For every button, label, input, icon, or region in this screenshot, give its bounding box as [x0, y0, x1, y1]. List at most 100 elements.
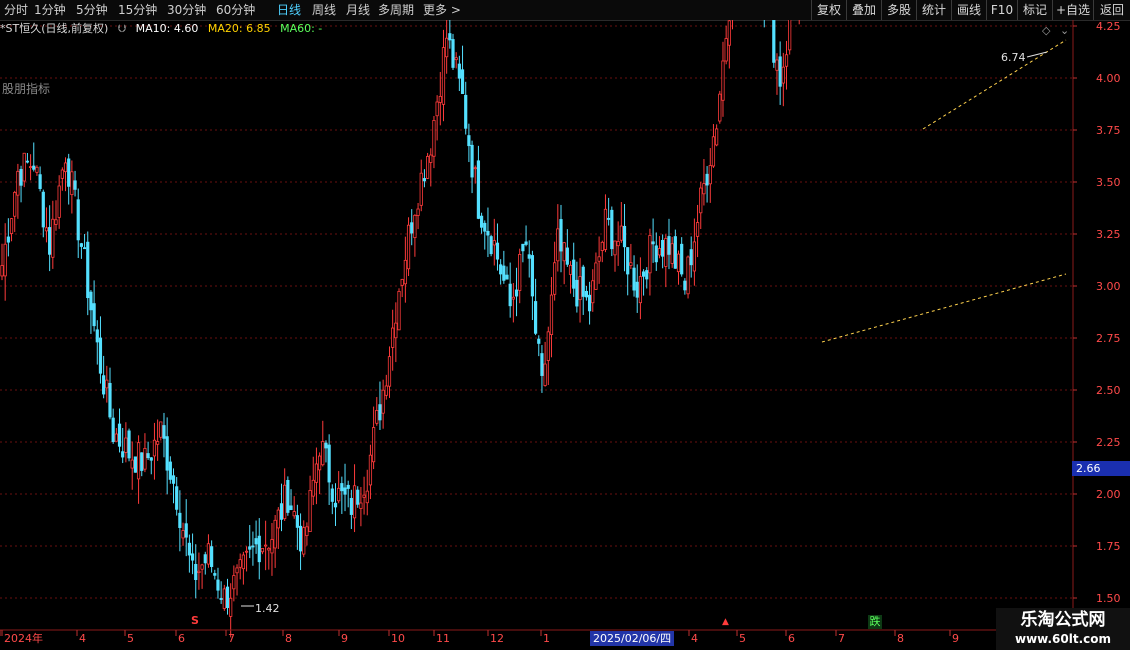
candle-body [111, 417, 115, 443]
candle-body [337, 487, 341, 502]
low-price-label: 1.42 [255, 602, 280, 615]
period-daily-tab[interactable]: 日线 [277, 2, 301, 18]
multi-stock-button[interactable]: 多股 [881, 0, 916, 20]
y-tick-label: 1.75 [1096, 540, 1121, 553]
candle-body [619, 225, 623, 241]
candle-body [0, 265, 4, 277]
candle-body [41, 191, 45, 228]
candle-body [244, 550, 249, 553]
candle-body [568, 264, 573, 275]
trend-channel [821, 39, 1067, 343]
candle-body [559, 219, 563, 252]
candle-body [413, 214, 417, 239]
mark-button[interactable]: 标记 [1017, 0, 1052, 20]
back-button[interactable]: 返回 [1093, 0, 1130, 20]
candle-body [86, 241, 90, 299]
candle-body [343, 487, 347, 495]
candle-body [581, 266, 585, 297]
candle-body [721, 60, 725, 101]
x-tick-label: 12 [490, 632, 504, 645]
candle-body [229, 597, 233, 617]
stock-title: *ST恒久(日线,前复权) [0, 22, 109, 35]
y-tick-label: 2.50 [1096, 384, 1121, 397]
candle-body [403, 259, 407, 285]
period-intraday-tab[interactable]: 分时 [4, 2, 28, 18]
f10-button[interactable]: F10 [986, 0, 1017, 20]
candle-body [467, 135, 471, 147]
x-tick-label: 5 [127, 632, 134, 645]
candle-body [575, 279, 579, 307]
overlay-button[interactable]: 叠加 [846, 0, 881, 20]
candle-body [384, 385, 388, 396]
candle-body [375, 410, 379, 424]
period-monthly-tab[interactable]: 月线 [346, 2, 370, 18]
candle-body [283, 484, 287, 520]
candle-body [775, 59, 779, 71]
candle-body [327, 444, 331, 483]
candle-body [676, 253, 681, 273]
candle-body [470, 144, 474, 178]
candle-body [616, 241, 620, 247]
candle-body [22, 152, 26, 182]
candle-body [565, 247, 569, 265]
x-tick-label: 8 [285, 632, 292, 645]
candle-body [330, 488, 334, 502]
candle-body [648, 235, 652, 274]
candle-body [651, 241, 655, 245]
candlestick-chart[interactable]: 6.506.256.005.755.505.255.004.754.504.25… [0, 20, 1130, 650]
candle-body [219, 598, 223, 600]
adjust-button[interactable]: 复权 [811, 0, 846, 20]
period-1min-tab[interactable]: 1分钟 [34, 2, 66, 18]
candle-body [213, 573, 217, 576]
current-price-tag: 2.66 [1072, 461, 1130, 476]
x-tick-label: 4 [79, 632, 86, 645]
candle-body [197, 570, 201, 574]
chevron-down-icon[interactable]: ⌄ [1060, 24, 1069, 37]
y-tick-label: 4.25 [1096, 20, 1121, 33]
candle-body [594, 262, 598, 290]
indicator-label: 股朋指标 [2, 82, 51, 96]
candle-body [368, 454, 373, 486]
candle-body [680, 243, 684, 275]
high-price-label: 6.74 [1001, 51, 1026, 64]
candle-body [321, 441, 325, 466]
period-30min-tab[interactable]: 30分钟 [167, 2, 206, 18]
period-60min-tab[interactable]: 60分钟 [216, 2, 255, 18]
y-tick-label: 3.00 [1096, 280, 1121, 293]
period-multi-tab[interactable]: 多周期 [378, 2, 414, 18]
candle-body [203, 554, 207, 564]
candle-body [695, 222, 700, 237]
candle-body [165, 436, 169, 471]
candle-body [543, 363, 547, 386]
candle-body [718, 93, 722, 122]
candles [0, 20, 800, 638]
draw-line-button[interactable]: 画线 [951, 0, 986, 20]
candle-body [362, 494, 366, 498]
circle-chevron-icon[interactable]: ⮋ [118, 22, 126, 35]
candle-body [711, 136, 716, 167]
candle-body [222, 588, 226, 609]
candle-body [540, 353, 544, 376]
candle-body [286, 479, 290, 513]
candle-body [657, 248, 662, 256]
candle-body [289, 505, 293, 511]
period-more-tab[interactable]: 更多 > [423, 2, 461, 18]
diamond-icon[interactable]: ◇ [1042, 24, 1050, 37]
candle-body [105, 379, 109, 389]
stats-button[interactable]: 统计 [916, 0, 951, 20]
candle-body [162, 425, 166, 439]
period-15min-tab[interactable]: 15分钟 [118, 2, 157, 18]
candle-body [35, 166, 39, 173]
ma10-value: MA10: 4.60 [135, 22, 199, 35]
candle-body [276, 509, 280, 529]
candle-body [495, 242, 500, 260]
y-tick-label: 2.75 [1096, 332, 1121, 345]
candle-body [705, 173, 709, 186]
candle-body [521, 243, 525, 252]
candle-body [359, 502, 363, 509]
candle-body [670, 243, 674, 264]
period-weekly-tab[interactable]: 周线 [312, 2, 336, 18]
y-tick-label: 2.25 [1096, 436, 1121, 449]
period-5min-tab[interactable]: 5分钟 [76, 2, 108, 18]
add-watchlist-button[interactable]: +自选 [1052, 0, 1093, 20]
